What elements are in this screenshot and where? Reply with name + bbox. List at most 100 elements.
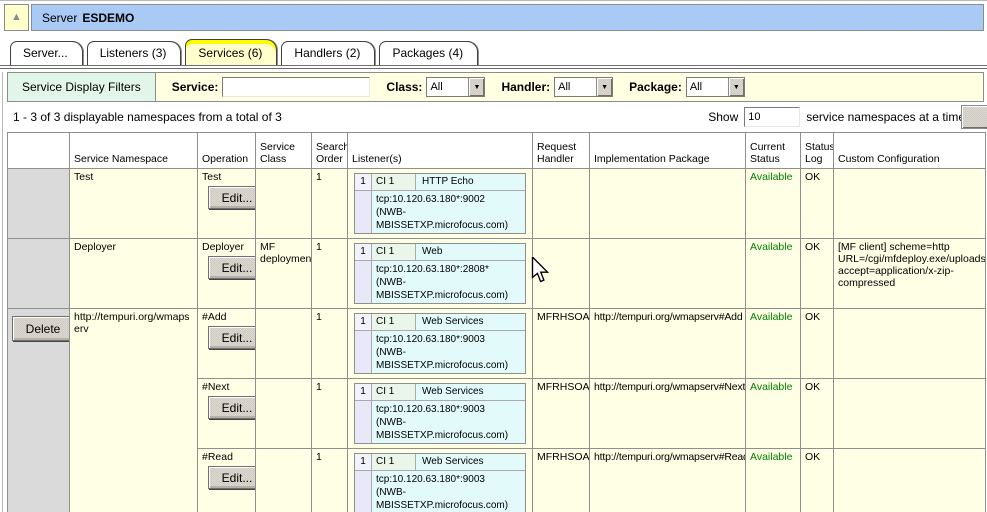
listeners-cell: 1 CI 1 HTTP Echo tcp:10.120.63.180*:9002… [348, 169, 533, 239]
namespace-summary: 1 - 3 of 3 displayable namespaces from a… [13, 110, 282, 124]
operation-cell: #Add Edit... [198, 309, 256, 379]
listener-name: Web [416, 244, 525, 260]
implementation-cell [590, 239, 746, 309]
page-title: Server ESDEMO [31, 4, 984, 31]
request-handler-cell: MFRHSOAP [533, 379, 590, 449]
tab-server[interactable]: Server... [10, 41, 83, 65]
listener-name: Web Services [416, 314, 525, 330]
listener-box[interactable]: 1 CI 1 Web Services tcp:10.120.63.180*:9… [354, 313, 526, 374]
edit-button[interactable]: Edit... [208, 256, 256, 279]
service-filter-input[interactable] [222, 77, 370, 97]
operation-cell: Deployer Edit... [198, 239, 256, 309]
listener-index: 1 [355, 454, 372, 470]
operation-name: #Add [202, 311, 251, 323]
operation-name: Test [202, 171, 251, 183]
status-badge: Available [746, 379, 801, 449]
implementation-cell: http://tempuri.org/wmapserv#Next [590, 379, 746, 449]
handler-select[interactable]: All ▼ [554, 77, 613, 97]
listener-box[interactable]: 1 CI 1 HTTP Echo tcp:10.120.63.180*:9002… [354, 173, 526, 234]
edit-button[interactable]: Edit... [208, 326, 256, 349]
edit-button[interactable]: Edit... [208, 396, 256, 419]
implementation-cell: http://tempuri.org/wmapserv#Read [590, 449, 746, 512]
listener-strip [355, 261, 372, 303]
status-log-cell: OK [801, 169, 834, 239]
server-title-bar: ▲ Server ESDEMO [4, 4, 984, 31]
status-log-cell: OK [801, 449, 834, 512]
show-count-input[interactable] [744, 107, 800, 127]
col-status-log: Status Log [801, 133, 834, 169]
status-badge: Available [746, 169, 801, 239]
status-log-cell: OK [801, 309, 834, 379]
edit-button[interactable]: Edit... [208, 466, 256, 489]
listener-strip [355, 191, 372, 233]
table-row: Deployer Deployer Edit... MF deployment … [8, 239, 986, 309]
chevron-down-icon: ▼ [596, 78, 612, 96]
scroll-button-partial[interactable] [961, 105, 987, 129]
listener-host: (NWB-MBISSETXP.microfocus.com) [376, 206, 525, 232]
listener-box[interactable]: 1 CI 1 Web Services tcp:10.120.63.180*:9… [354, 383, 526, 444]
tab-bar: Server... Listeners (3) Services (6) Han… [0, 31, 987, 65]
tab-packages[interactable]: Packages (4) [379, 41, 478, 65]
namespace-cell: Test [70, 169, 198, 239]
listener-index: 1 [355, 174, 372, 190]
listener-address: tcp:10.120.63.180*:9002 (NWB-MBISSETXP.m… [372, 191, 525, 233]
edit-button[interactable]: Edit... [208, 186, 256, 209]
listener-endpoint: tcp:10.120.63.180*:9003 [376, 473, 525, 486]
status-badge: Available [746, 449, 801, 512]
request-handler-cell: MFRHSOAP [533, 309, 590, 379]
status-log-cell: OK [801, 239, 834, 309]
listener-endpoint: tcp:10.120.63.180*:9003 [376, 333, 525, 346]
row-actions-cell [8, 239, 70, 309]
listener-endpoint: tcp:10.120.63.180*:9002 [376, 193, 525, 206]
custom-config-cell [834, 379, 986, 449]
class-select[interactable]: All ▼ [426, 77, 485, 97]
listener-address: tcp:10.120.63.180*:9003 (NWB-MBISSETXP.m… [372, 401, 525, 443]
listener-box[interactable]: 1 CI 1 Web tcp:10.120.63.180*:2808* (NWB… [354, 243, 526, 304]
content-area: Service Display Filters Service: Class: … [2, 72, 987, 512]
listener-host: (NWB-MBISSETXP.microfocus.com) [376, 486, 525, 512]
request-handler-cell: MFRHSOAP [533, 449, 590, 512]
service-class-cell [256, 379, 312, 449]
listeners-cell: 1 CI 1 Web tcp:10.120.63.180*:2808* (NWB… [348, 239, 533, 309]
listener-strip [355, 331, 372, 373]
listener-box[interactable]: 1 CI 1 Web Services tcp:10.120.63.180*:9… [354, 453, 526, 512]
operation-cell: #Read Edit... [198, 449, 256, 512]
delete-button[interactable]: Delete [12, 316, 70, 341]
col-operation: Operation [198, 133, 256, 169]
col-service-class: Service Class [256, 133, 312, 169]
listener-cp: CI 1 [372, 244, 416, 260]
operation-cell: Test Edit... [198, 169, 256, 239]
service-filter-label: Service: [172, 80, 219, 94]
tab-handlers[interactable]: Handlers (2) [281, 41, 375, 65]
tab-divider [0, 65, 987, 69]
show-count-group: Show service namespaces at a time [708, 102, 965, 132]
pagination-row: 1 - 3 of 3 displayable namespaces from a… [6, 102, 987, 132]
search-order-cell: 1 [312, 309, 348, 379]
search-order-cell: 1 [312, 239, 348, 309]
listener-host: (NWB-MBISSETXP.microfocus.com) [376, 276, 525, 302]
status-log-cell: OK [801, 379, 834, 449]
collapse-button[interactable]: ▲ [4, 4, 29, 31]
listener-endpoint: tcp:10.120.63.180*:2808* [376, 263, 525, 276]
implementation-cell [590, 169, 746, 239]
custom-config-cell: [MF client] scheme=http URL=/cgi/mfdeplo… [834, 239, 986, 309]
listener-name: HTTP Echo [416, 174, 525, 190]
col-service-namespace: Service Namespace [70, 133, 198, 169]
namespace-cell: Deployer [70, 239, 198, 309]
tab-services[interactable]: Services (6) [185, 39, 277, 65]
listener-endpoint: tcp:10.120.63.180*:9003 [376, 403, 525, 416]
package-select[interactable]: All ▼ [686, 77, 745, 97]
tab-listeners[interactable]: Listeners (3) [87, 41, 182, 65]
col-listeners: Listener(s) [348, 133, 533, 169]
operation-cell: #Next Edit... [198, 379, 256, 449]
col-request-handler: Request Handler [533, 133, 590, 169]
listener-address: tcp:10.120.63.180*:9003 (NWB-MBISSETXP.m… [372, 331, 525, 373]
custom-config-cell [834, 309, 986, 379]
table-header-row: Service Namespace Operation Service Clas… [8, 133, 986, 169]
service-class-cell: MF deployment [256, 239, 312, 309]
listener-host: (NWB-MBISSETXP.microfocus.com) [376, 346, 525, 372]
triangle-up-icon: ▲ [11, 12, 22, 23]
listener-strip [355, 471, 372, 512]
operation-name: #Read [202, 451, 251, 463]
listener-host: (NWB-MBISSETXP.microfocus.com) [376, 416, 525, 442]
